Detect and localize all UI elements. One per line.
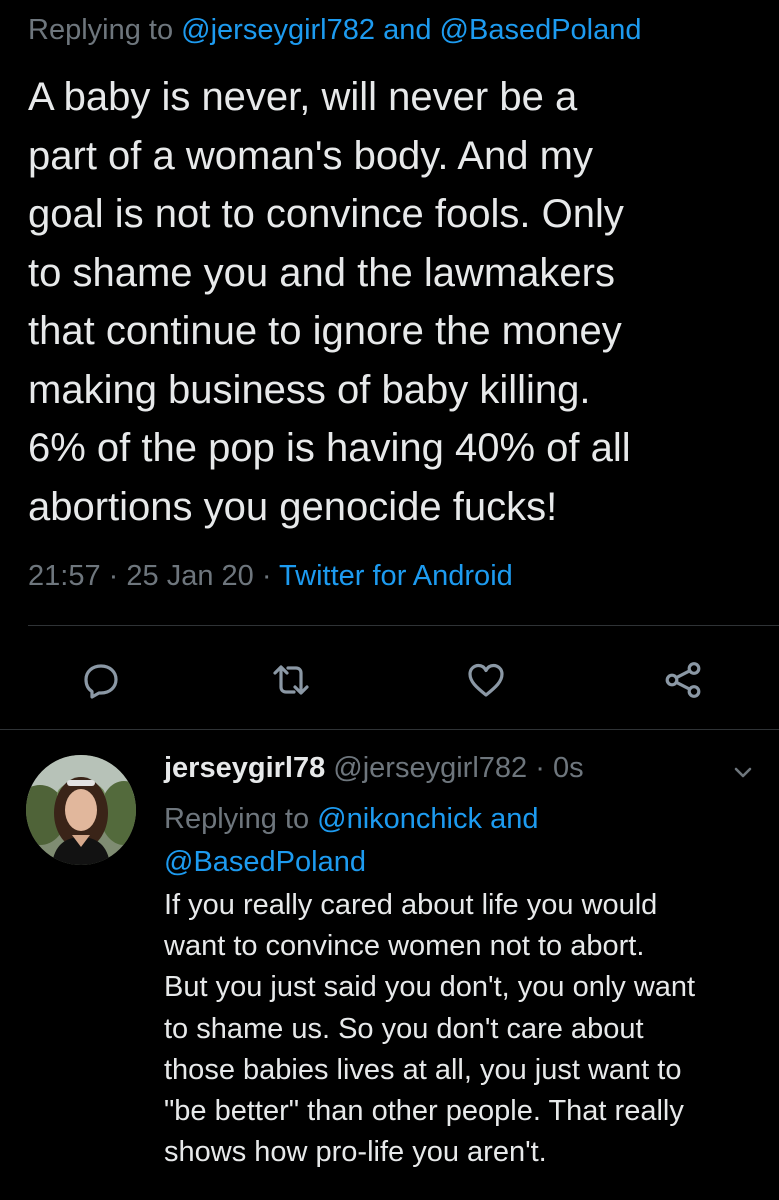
tweet-date[interactable]: 25 Jan 20 — [126, 560, 253, 592]
reply-button[interactable] — [76, 655, 126, 705]
chevron-down-icon — [734, 767, 752, 778]
reply-text-line: "be better" than other people. That real… — [164, 1095, 684, 1128]
reply-text-line: those babies lives at all, you just want… — [164, 1053, 682, 1086]
reply-text-line: to shame us. So you don't care about — [164, 1012, 644, 1045]
tweet-text-line: goal is not to convince fools. Only — [28, 192, 624, 236]
retweet-icon — [273, 665, 309, 695]
avatar-photo — [26, 755, 136, 865]
replying-prefix: Replying to — [28, 14, 174, 46]
mention-link-nikonchick[interactable]: @nikonchick — [317, 803, 482, 835]
tweet-time[interactable]: 21:57 — [28, 560, 101, 592]
meta-separator: · — [535, 752, 545, 784]
meta-separator: · — [261, 560, 272, 592]
tweet-text-line: that continue to ignore the money — [28, 309, 622, 353]
retweet-button[interactable] — [266, 655, 316, 705]
like-button[interactable] — [461, 655, 511, 705]
reply-text-line: But you just said you don't, you only wa… — [164, 971, 696, 1004]
meta-separator: · — [108, 560, 119, 592]
reply-text: If you really cared about life you would… — [164, 885, 769, 1173]
share-icon — [665, 662, 701, 698]
more-options-button[interactable] — [728, 758, 758, 788]
tweet-text-line: part of a woman's body. And my — [28, 133, 593, 178]
replying-to: Replying to @nikonchick and @BasedPoland — [164, 798, 538, 884]
tweet-text-line: to shame you and the lawmakers — [28, 250, 615, 295]
replying-prefix: Replying to — [164, 803, 310, 835]
mention-link-basedpoland[interactable]: @BasedPoland — [164, 846, 366, 878]
user-handle[interactable]: @jerseygirl782 — [333, 752, 527, 784]
reply-header: jerseygirl78 @jerseygirl782 · 0s — [164, 752, 584, 785]
tweet-text-line: abortions you genocide fucks! — [28, 484, 558, 529]
mention-link-jerseygirl782[interactable]: @jerseygirl782 — [181, 14, 375, 46]
tweet-text-line: making business of baby killing. — [28, 367, 591, 412]
replying-and[interactable]: and — [383, 14, 431, 46]
mention-link-basedpoland[interactable]: @BasedPoland — [440, 14, 642, 46]
like-icon — [468, 663, 504, 697]
reply-tweet[interactable]: jerseygirl78 @jerseygirl782 · 0s Replyin… — [0, 730, 779, 1200]
divider — [28, 625, 779, 626]
reply-text-line: want to convince women not to abort. — [164, 930, 645, 963]
reply-icon — [84, 664, 118, 699]
reply-text-line: If you really cared about life you would — [164, 889, 658, 921]
reply-text-line: shows how pro-life you aren't. — [164, 1136, 547, 1169]
replying-to: Replying to @jerseygirl782 and @BasedPol… — [28, 14, 642, 47]
tweet-source-link[interactable]: Twitter for Android — [279, 560, 513, 592]
tweet-time[interactable]: 0s — [553, 752, 584, 784]
tweet-meta: 21:57 · 25 Jan 20 · Twitter for Android — [28, 560, 513, 593]
display-name[interactable]: jerseygirl78 — [164, 752, 325, 784]
tweet-text-line: A baby is never, will never be a — [28, 75, 578, 119]
tweet-text-line: 6% of the pop is having 40% of all — [28, 426, 631, 470]
main-tweet[interactable]: Replying to @jerseygirl782 and @BasedPol… — [0, 0, 779, 730]
replying-and[interactable]: and — [490, 803, 538, 835]
tweet-text: A baby is never, will never be a part of… — [28, 68, 763, 536]
share-button[interactable] — [658, 655, 708, 705]
avatar[interactable] — [26, 755, 136, 865]
